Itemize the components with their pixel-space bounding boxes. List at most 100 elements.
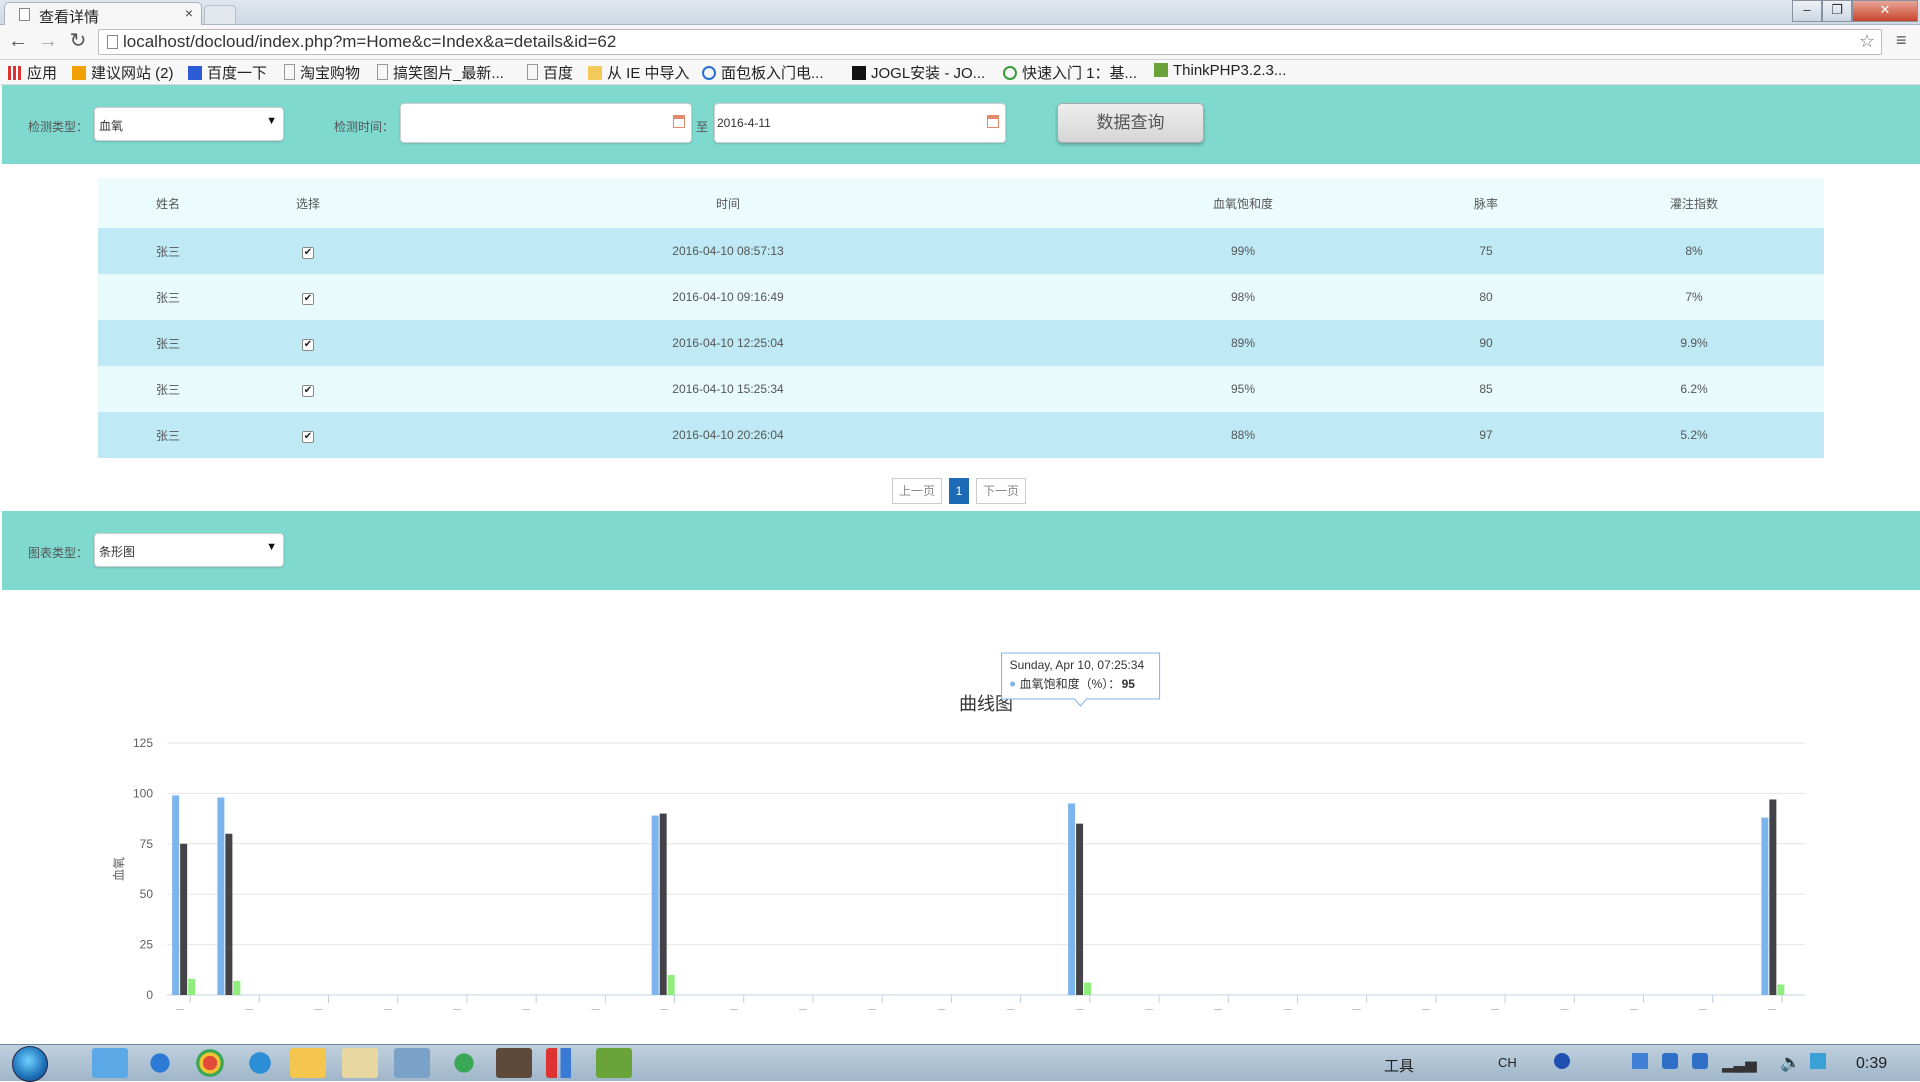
- y-tick-label: 125: [133, 736, 153, 750]
- bar-3[interactable]: [667, 975, 675, 995]
- bar-2[interactable]: [1769, 799, 1777, 995]
- row-checkbox[interactable]: ✔: [302, 292, 314, 305]
- tool-app-icon[interactable]: [596, 1048, 632, 1078]
- forward-icon[interactable]: →: [36, 29, 60, 53]
- cell-pi: 5.2%: [1680, 428, 1708, 442]
- bookmark-breadboard[interactable]: 面包板入门电...: [702, 62, 824, 83]
- cell-pulse: 90: [1479, 336, 1493, 350]
- chart-type-select[interactable]: 条形图 ▼: [94, 533, 284, 567]
- type-select[interactable]: 血氧 ▼: [94, 107, 284, 141]
- x-tick-label: 10日 07:30: [1060, 1008, 1119, 1010]
- bookmark-folder-ie[interactable]: 从 IE 中导入: [588, 62, 690, 83]
- chart-app-icon[interactable]: [546, 1048, 582, 1078]
- minimize-icon[interactable]: –: [1792, 0, 1822, 22]
- cell-time: 2016-04-10 15:25:34: [672, 382, 784, 396]
- bar-1[interactable]: [1068, 803, 1076, 995]
- y-tick-label: 0: [146, 988, 153, 1002]
- table-header-row: 姓名 选择 时间 血氧饱和度 脉率 灌注指数: [98, 178, 1824, 228]
- bar-1[interactable]: [172, 795, 180, 995]
- bookmark-baidu-search[interactable]: 百度一下: [188, 62, 267, 83]
- bar-3[interactable]: [188, 978, 196, 995]
- x-tick-label: 10日 05:00: [714, 1008, 773, 1010]
- cell-pulse: 97: [1479, 428, 1493, 442]
- window-close-icon[interactable]: ✕: [1852, 0, 1918, 22]
- bookmark-apps[interactable]: 应用: [8, 62, 57, 83]
- to-label: 至: [696, 120, 709, 134]
- end-date-input[interactable]: 2016-4-11: [714, 103, 1006, 143]
- row-checkbox[interactable]: ✔: [302, 430, 314, 443]
- browser-app-icon[interactable]: [242, 1048, 278, 1078]
- chart-type-label: 图表类型：: [28, 546, 89, 560]
- address-bar[interactable]: localhost/docloud/index.php?m=Home&c=Ind…: [98, 29, 1882, 55]
- row-checkbox[interactable]: ✔: [302, 246, 314, 259]
- bookmark-taobao[interactable]: 淘宝购物: [284, 62, 360, 83]
- browser-tab-active[interactable]: 查看详情 ×: [4, 2, 202, 26]
- x-tick-label: 10日 05:30: [784, 1008, 843, 1010]
- browser-menu-icon[interactable]: ≡: [1896, 30, 1907, 51]
- chart-controls-bar: 图表类型： 条形图 ▼: [2, 511, 1920, 590]
- bar-1[interactable]: [651, 815, 659, 995]
- ime-indicator[interactable]: CH: [1498, 1055, 1517, 1070]
- bar-2[interactable]: [659, 813, 667, 995]
- start-date-input[interactable]: [400, 103, 692, 143]
- bookmark-funny[interactable]: 搞笑图片_最新...: [377, 62, 504, 83]
- clock: 0:39: [1856, 1055, 1888, 1072]
- x-tick-label: 10日 01:30: [230, 1008, 289, 1010]
- page-icon: [19, 8, 30, 21]
- tray-toolbar-label[interactable]: 工具: [1384, 1055, 1414, 1076]
- volume-icon[interactable]: 🔈: [1780, 1053, 1801, 1073]
- bar-1[interactable]: [217, 797, 225, 995]
- chart-type-value: 条形图: [99, 545, 136, 559]
- help-icon[interactable]: [1554, 1053, 1570, 1069]
- cell-name: 张三: [155, 336, 180, 351]
- security-icon[interactable]: [1692, 1053, 1708, 1069]
- page-1-button[interactable]: 1: [949, 478, 969, 504]
- network-signal-icon[interactable]: ▂▃▅: [1722, 1055, 1757, 1073]
- bookmark-suggested[interactable]: 建议网站 (2): [72, 62, 174, 83]
- bookmark-jogl[interactable]: JOGL安装 - JO...: [852, 62, 985, 83]
- x-tick-label: 10日 11:00: [1545, 1008, 1603, 1010]
- messenger-icon[interactable]: [1810, 1053, 1826, 1069]
- x-tick-label: 10日 08:30: [1199, 1008, 1258, 1010]
- cell-time: 2016-04-10 12:25:04: [672, 336, 784, 350]
- tab-title: 查看详情: [39, 9, 100, 26]
- row-checkbox[interactable]: ✔: [302, 338, 314, 351]
- kugou-app-icon[interactable]: [142, 1048, 178, 1078]
- back-icon[interactable]: ←: [6, 29, 30, 53]
- media-app-icon[interactable]: [496, 1048, 532, 1078]
- shield-icon[interactable]: [1662, 1053, 1678, 1069]
- ie-app-icon[interactable]: [446, 1048, 482, 1078]
- bar-3[interactable]: [233, 980, 241, 995]
- explorer-app-icon[interactable]: [342, 1048, 378, 1078]
- bar-3[interactable]: [1777, 984, 1785, 995]
- tray-app-icon[interactable]: [1632, 1053, 1648, 1069]
- chevron-down-icon: ▼: [266, 541, 277, 553]
- type-select-value: 血氧: [99, 119, 124, 133]
- query-button[interactable]: 数据查询: [1057, 103, 1204, 143]
- tab-close-icon[interactable]: ×: [185, 5, 193, 21]
- end-date-value: 2016-4-11: [717, 116, 771, 130]
- network-app-icon[interactable]: [394, 1048, 430, 1078]
- start-button-icon[interactable]: [12, 1046, 48, 1082]
- cell-spo2: 98%: [1230, 290, 1256, 304]
- bar-3[interactable]: [1084, 982, 1092, 995]
- bookmark-baidu[interactable]: 百度: [527, 62, 573, 83]
- prev-page-button[interactable]: 上一页: [892, 478, 942, 504]
- bookmark-quickstart[interactable]: 快速入门 1：基...: [1003, 62, 1137, 83]
- notes-app-icon[interactable]: [290, 1048, 326, 1078]
- row-checkbox[interactable]: ✔: [302, 384, 314, 397]
- chrome-app-icon[interactable]: [192, 1048, 228, 1078]
- bookmark-star-icon[interactable]: ☆: [1859, 31, 1875, 52]
- bar-2[interactable]: [180, 843, 188, 995]
- bar-1[interactable]: [1761, 817, 1769, 995]
- calendar-icon[interactable]: [987, 115, 999, 128]
- restore-icon[interactable]: ❐: [1822, 0, 1852, 22]
- next-page-button[interactable]: 下一页: [976, 478, 1026, 504]
- new-tab-button[interactable]: [204, 5, 236, 24]
- calendar-icon[interactable]: [673, 115, 685, 128]
- bar-2[interactable]: [225, 833, 233, 995]
- qq-app-icon[interactable]: [92, 1048, 128, 1078]
- bar-2[interactable]: [1076, 823, 1084, 995]
- bookmark-thinkphp[interactable]: ThinkPHP3.2.3...: [1154, 62, 1286, 79]
- reload-icon[interactable]: ↻: [66, 29, 90, 53]
